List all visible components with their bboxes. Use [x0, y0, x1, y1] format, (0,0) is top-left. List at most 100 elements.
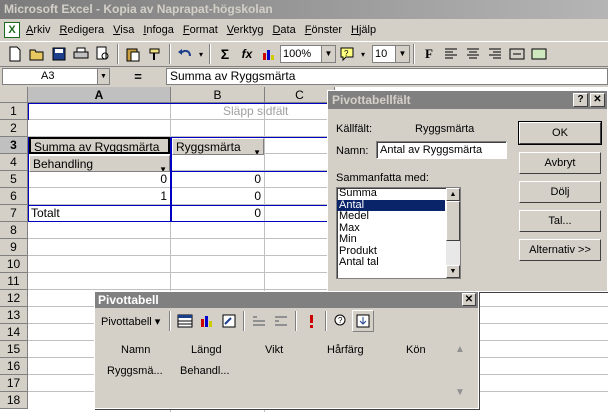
show-detail-icon[interactable]	[270, 310, 292, 332]
menu-visa[interactable]: Visa	[113, 24, 134, 36]
menu-redigera[interactable]: Redigera	[59, 24, 104, 36]
column-header-b[interactable]: B	[171, 87, 265, 103]
cell-a6[interactable]: 1	[28, 188, 170, 205]
row-header[interactable]: 3	[0, 137, 28, 154]
list-scrollbar[interactable]: ▲ ▼	[446, 188, 460, 278]
close-icon[interactable]: ✕	[590, 93, 605, 107]
menu-fonster[interactable]: Fönster	[305, 24, 342, 36]
column-header-a[interactable]: A	[28, 87, 171, 103]
undo-icon[interactable]	[174, 43, 196, 65]
print-icon[interactable]	[70, 43, 92, 65]
row-header[interactable]: 14	[0, 324, 28, 341]
data-field-button[interactable]: Summa av Ryggsmärta	[29, 137, 170, 154]
menu-verktyg[interactable]: Verktyg	[227, 24, 264, 36]
row-header[interactable]: 2	[0, 120, 28, 137]
ok-button[interactable]: OK	[518, 121, 602, 145]
row-header[interactable]: 1	[0, 103, 28, 120]
chart-wizard-icon[interactable]	[258, 43, 280, 65]
advanced-options-button[interactable]: Alternativ >>	[519, 239, 601, 261]
field-button[interactable]: Behandl...	[180, 365, 230, 377]
name-input[interactable]: Antal av Ryggsmärta	[376, 141, 507, 159]
function-icon[interactable]: fx	[236, 43, 258, 65]
align-left-icon[interactable]	[440, 43, 462, 65]
format-painter-icon[interactable]	[144, 43, 166, 65]
new-document-icon[interactable]	[4, 43, 26, 65]
formula-input[interactable]: Summa av Ryggsmärta	[166, 68, 608, 85]
field-button[interactable]: Vikt	[265, 344, 283, 356]
row-header[interactable]: 7	[0, 205, 28, 222]
autosum-icon[interactable]: Σ	[214, 43, 236, 65]
row-header[interactable]: 17	[0, 375, 28, 392]
align-center-icon[interactable]	[462, 43, 484, 65]
row-header[interactable]: 18	[0, 392, 28, 409]
pivot-table-menu[interactable]: Pivottabell ▾	[101, 315, 160, 328]
menu-data[interactable]: Data	[272, 24, 295, 36]
save-icon[interactable]	[48, 43, 70, 65]
list-item[interactable]: Min	[337, 233, 445, 246]
menu-arkiv[interactable]: Arkiv	[26, 24, 50, 36]
row-header[interactable]: 9	[0, 239, 28, 256]
summarize-function-list[interactable]: Summa Antal Medel Max Min Produkt Antal …	[336, 187, 461, 279]
pivot-wizard-icon[interactable]	[218, 310, 240, 332]
align-right-icon[interactable]	[484, 43, 506, 65]
show-field-list-icon[interactable]	[352, 310, 375, 332]
field-button[interactable]: Namn	[121, 344, 150, 356]
row-header[interactable]: 5	[0, 171, 28, 188]
row-header[interactable]: 6	[0, 188, 28, 205]
menu-hjalp[interactable]: Hjälp	[351, 24, 376, 36]
help-assistant-icon[interactable]: ?	[336, 43, 358, 65]
row-header[interactable]: 11	[0, 273, 28, 290]
list-item[interactable]: Antal tal	[337, 256, 445, 269]
column-header-c[interactable]: C	[265, 87, 335, 103]
row-header[interactable]: 12	[0, 290, 28, 307]
row-header[interactable]: 4	[0, 154, 28, 171]
field-button[interactable]: Ryggsmä...	[107, 365, 163, 377]
row-header[interactable]: 16	[0, 358, 28, 375]
excel-icon[interactable]: X	[4, 22, 20, 38]
row-header[interactable]: 13	[0, 307, 28, 324]
field-button[interactable]: Hårfärg	[327, 344, 364, 356]
row-header[interactable]: 8	[0, 222, 28, 239]
field-button[interactable]: Längd	[191, 344, 222, 356]
field-button[interactable]: Kön	[406, 344, 426, 356]
scroll-down-icon[interactable]: ▼	[455, 387, 465, 398]
menu-format[interactable]: Format	[183, 24, 218, 36]
select-all-corner[interactable]	[0, 87, 28, 103]
cell-a5[interactable]: 0	[28, 171, 170, 188]
scroll-up-icon[interactable]: ▲	[455, 344, 465, 355]
cancel-button[interactable]: Avbryt	[519, 152, 601, 174]
row-header[interactable]: 10	[0, 256, 28, 273]
scroll-thumb[interactable]	[446, 201, 460, 241]
hide-button[interactable]: Dölj	[519, 181, 601, 203]
field-settings-icon[interactable]: ?	[330, 310, 352, 332]
paste-icon[interactable]	[122, 43, 144, 65]
scroll-up-icon[interactable]: ▲	[446, 188, 460, 201]
scroll-down-icon[interactable]: ▼	[446, 265, 460, 278]
help-icon[interactable]: ?	[573, 93, 588, 107]
print-preview-icon[interactable]	[92, 43, 114, 65]
bold-icon[interactable]: F	[418, 43, 440, 65]
list-item[interactable]: Summa	[337, 188, 445, 200]
cell-b6[interactable]: 0	[172, 188, 264, 205]
font-size-select[interactable]: 10 ▼	[372, 45, 410, 63]
column-field-button[interactable]: Ryggsmärta ▼	[172, 138, 264, 155]
open-folder-icon[interactable]	[26, 43, 48, 65]
hide-detail-icon[interactable]	[248, 310, 270, 332]
help-dropdown-icon[interactable]: ▾	[358, 43, 368, 65]
number-format-button[interactable]: Tal...	[519, 210, 601, 232]
cell-a7[interactable]: Totalt	[28, 205, 170, 222]
name-box[interactable]: A3 ▼	[2, 68, 110, 85]
menu-infoga[interactable]: Infoga	[143, 24, 174, 36]
undo-dropdown-icon[interactable]: ▾	[196, 43, 206, 65]
pivot-chart-icon[interactable]	[196, 310, 218, 332]
zoom-select[interactable]: 100% ▼	[280, 45, 336, 63]
cell-b7[interactable]: 0	[172, 205, 264, 222]
cell-b5[interactable]: 0	[172, 171, 264, 188]
list-item[interactable]: Medel	[337, 210, 445, 223]
format-report-icon[interactable]	[174, 310, 196, 332]
close-icon[interactable]: ✕	[462, 293, 476, 306]
row-field-button[interactable]: Behandling ▼	[29, 155, 170, 172]
refresh-data-icon[interactable]	[300, 310, 322, 332]
merge-center-icon[interactable]	[506, 43, 528, 65]
row-header[interactable]: 15	[0, 341, 28, 358]
